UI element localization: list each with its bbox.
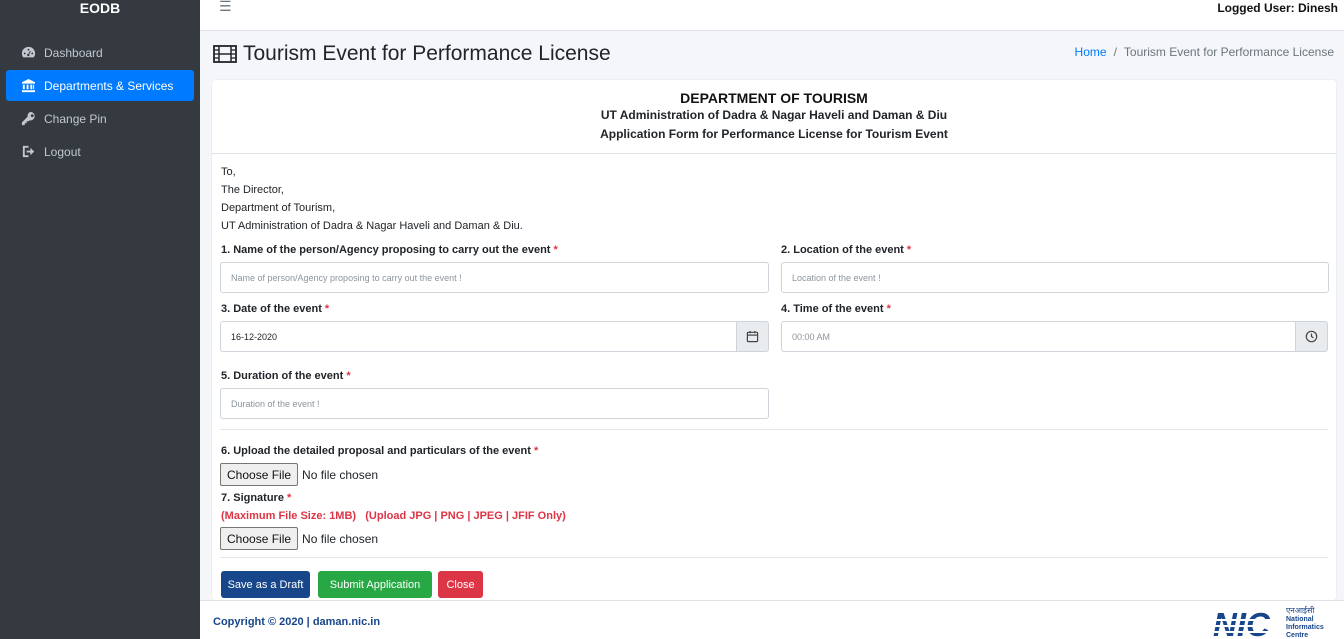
- nic-logo-line: Informatics: [1286, 624, 1324, 631]
- event-time-input[interactable]: 00:00 AM: [781, 321, 1296, 352]
- calendar-button[interactable]: [736, 321, 769, 352]
- agency-name-input[interactable]: Name of person/Agency proposing to carry…: [220, 262, 769, 293]
- duration-label: 5. Duration of the event *: [221, 370, 351, 382]
- sidebar-item-label: Dashboard: [44, 45, 103, 60]
- required-mark: *: [346, 370, 351, 382]
- sidebar-item-change-pin[interactable]: Change Pin: [6, 103, 194, 134]
- signature-label: 7. Signature *: [221, 492, 291, 504]
- event-date-input[interactable]: 16-12-2020: [220, 321, 737, 352]
- address-block: To, The Director, Department of Tourism,…: [221, 163, 523, 235]
- divider: [220, 557, 1328, 558]
- application-form-card: DEPARTMENT OF TOURISM UT Administration …: [212, 80, 1336, 600]
- sidebar-item-label: Departments & Services: [44, 78, 174, 93]
- nic-logo-hindi: एनआईसी: [1286, 605, 1315, 615]
- content-header: Tourism Event for Performance License Ho…: [200, 31, 1344, 79]
- form-header: DEPARTMENT OF TOURISM UT Administration …: [212, 80, 1336, 154]
- footer: Copyright © 2020 | daman.nic.in NIC एनआई…: [200, 600, 1344, 639]
- required-mark: *: [886, 303, 891, 315]
- address-line: Department of Tourism,: [221, 202, 336, 214]
- date-label: 3. Date of the event *: [221, 303, 329, 315]
- department-heading: DEPARTMENT OF TOURISM: [680, 90, 868, 106]
- copyright-text[interactable]: Copyright © 2020 | daman.nic.in: [213, 616, 380, 628]
- date-label-text: 3. Date of the event: [221, 303, 322, 315]
- signature-file-input: Choose File No file chosen: [220, 527, 378, 550]
- name-label-text: 1. Name of the person/Agency proposing t…: [221, 244, 551, 256]
- bank-icon: [20, 78, 36, 94]
- sign-out-icon: [20, 144, 36, 160]
- address-line: UT Administration of Dadra & Nagar Havel…: [221, 220, 523, 232]
- close-button[interactable]: Close: [438, 571, 483, 598]
- time-label: 4. Time of the event *: [781, 303, 891, 315]
- signature-label-text: 7. Signature: [221, 492, 284, 504]
- required-mark: *: [287, 492, 292, 504]
- name-label: 1. Name of the person/Agency proposing t…: [221, 244, 558, 256]
- sidebar-nav: Dashboard Departments & Services Change …: [0, 37, 200, 167]
- form-title: Application Form for Performance License…: [600, 127, 948, 141]
- location-label-text: 2. Location of the event: [781, 244, 904, 256]
- breadcrumb: Home / Tourism Event for Performance Licen…: [1075, 45, 1334, 59]
- sidebar-item-departments[interactable]: Departments & Services: [6, 70, 194, 101]
- time-label-text: 4. Time of the event: [781, 303, 884, 315]
- nic-logo-line: Centre: [1286, 632, 1308, 639]
- required-mark: *: [533, 445, 539, 457]
- sidebar-item-label: Logout: [44, 144, 81, 159]
- address-line: The Director,: [221, 184, 284, 196]
- logged-user-label: Logged User: Dinesh: [1217, 1, 1338, 15]
- required-mark: *: [324, 303, 330, 315]
- film-icon: [213, 44, 237, 64]
- duration-label-text: 5. Duration of the event: [221, 370, 344, 382]
- menu-toggle-icon[interactable]: ☰: [219, 0, 232, 13]
- submit-application-button[interactable]: Submit Application: [318, 571, 432, 598]
- breadcrumb-separator: /: [1113, 45, 1117, 59]
- sidebar: EODB Dashboard Departments & Services Ch…: [0, 0, 200, 639]
- proposal-choose-file-button[interactable]: Choose File: [220, 463, 299, 486]
- location-label: 2. Location of the event *: [781, 244, 911, 256]
- nic-logo-mark: NIC: [1213, 606, 1271, 639]
- calendar-icon: [746, 330, 759, 343]
- location-input[interactable]: Location of the event !: [781, 262, 1329, 293]
- key-icon: [20, 111, 36, 127]
- page-title-text: Tourism Event for Performance License: [243, 42, 611, 65]
- save-draft-button[interactable]: Save as a Draft: [221, 571, 310, 598]
- top-navbar: ☰ Logged User: Dinesh: [200, 0, 1344, 31]
- duration-input[interactable]: Duration of the event !: [220, 388, 769, 419]
- nic-logo: NIC एनआईसी National Informatics Centre: [1213, 605, 1324, 639]
- sidebar-item-dashboard[interactable]: Dashboard: [6, 37, 194, 68]
- dashboard-icon: [20, 45, 36, 61]
- nic-logo-line: National: [1286, 616, 1314, 623]
- required-mark: *: [906, 244, 912, 256]
- sidebar-item-logout[interactable]: Logout: [6, 136, 194, 167]
- proposal-file-input: Choose File No file chosen: [220, 463, 378, 486]
- clock-icon: [1305, 330, 1318, 343]
- proposal-file-status: No file chosen: [302, 467, 379, 482]
- divider: [220, 429, 1328, 430]
- page-title: Tourism Event for Performance License: [213, 42, 611, 66]
- required-mark: *: [553, 244, 558, 256]
- brand-title[interactable]: EODB: [0, 0, 200, 24]
- signature-choose-file-button[interactable]: Choose File: [220, 527, 299, 550]
- breadcrumb-home-link[interactable]: Home: [1075, 45, 1107, 59]
- breadcrumb-current: Tourism Event for Performance License: [1123, 45, 1334, 59]
- signature-file-status: No file chosen: [302, 531, 379, 546]
- proposal-label: 6. Upload the detailed proposal and part…: [221, 445, 538, 457]
- sidebar-item-label: Change Pin: [44, 111, 107, 126]
- administration-heading: UT Administration of Dadra & Nagar Havel…: [600, 108, 948, 122]
- clock-button[interactable]: [1295, 321, 1328, 352]
- address-line: To,: [221, 166, 236, 178]
- signature-file-note: (Maximum File Size: 1MB) (Upload JPG | P…: [221, 510, 566, 522]
- proposal-label-text: 6. Upload the detailed proposal and part…: [221, 445, 531, 457]
